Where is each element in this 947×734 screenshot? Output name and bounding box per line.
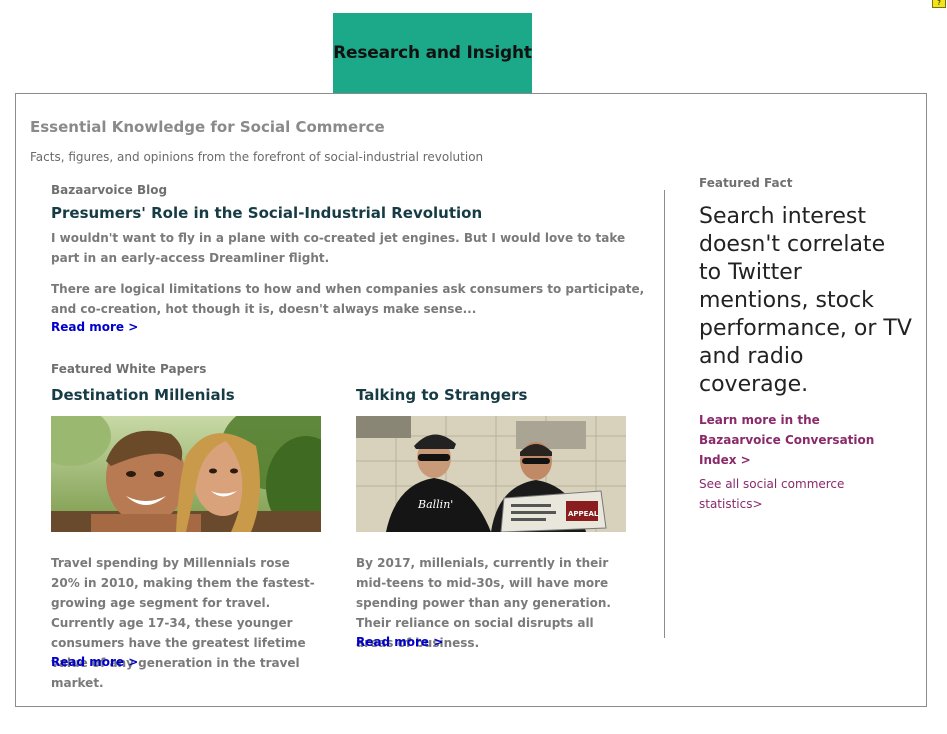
couple-photo-illustration — [51, 416, 321, 532]
svg-text:Ballin': Ballin' — [417, 498, 453, 511]
social-commerce-statistics-link[interactable]: See all social commerce statistics> — [699, 474, 869, 514]
conversation-index-link[interactable]: Learn more in the Bazaarvoice Conversati… — [699, 410, 899, 470]
strangers-photo-illustration: Ballin' APPEAL — [356, 416, 626, 532]
white-papers-label: Featured White Papers — [51, 362, 207, 376]
white-paper-title-link[interactable]: Talking to Strangers — [356, 386, 527, 404]
blog-read-more-link[interactable]: Read more > — [51, 320, 138, 334]
featured-fact-label: Featured Fact — [699, 176, 793, 190]
white-paper-title-link[interactable]: Destination Millenials — [51, 386, 235, 404]
featured-fact-text: Search interest doesn't correlate to Twi… — [699, 204, 912, 397]
tab-label: Research and Insight — [333, 43, 532, 63]
help-flag-icon[interactable]: ? — [932, 0, 946, 8]
section-title: Essential Knowledge for Social Commerce — [30, 118, 385, 136]
blog-post-title-link[interactable]: Presumers' Role in the Social-Industrial… — [51, 204, 482, 222]
column-divider — [664, 190, 665, 638]
white-paper-image-couple[interactable] — [51, 416, 321, 532]
blog-paragraph-2: There are logical limitations to how and… — [51, 282, 645, 316]
section-subtitle: Facts, figures, and opinions from the fo… — [30, 150, 484, 164]
white-paper-image-strangers[interactable]: Ballin' APPEAL — [356, 416, 626, 532]
blog-label: Bazaarvoice Blog — [51, 183, 168, 197]
white-paper-read-more-link[interactable]: Read more > — [51, 655, 138, 669]
tab-research-and-insight[interactable]: Research and Insight — [333, 13, 532, 93]
svg-text:APPEAL: APPEAL — [568, 510, 599, 518]
blog-paragraph-1: I wouldn't want to fly in a plane with c… — [51, 231, 626, 265]
white-paper-description: Travel spending by Millennials rose 20% … — [51, 556, 315, 690]
white-paper-read-more-link[interactable]: Read more > — [356, 635, 443, 649]
